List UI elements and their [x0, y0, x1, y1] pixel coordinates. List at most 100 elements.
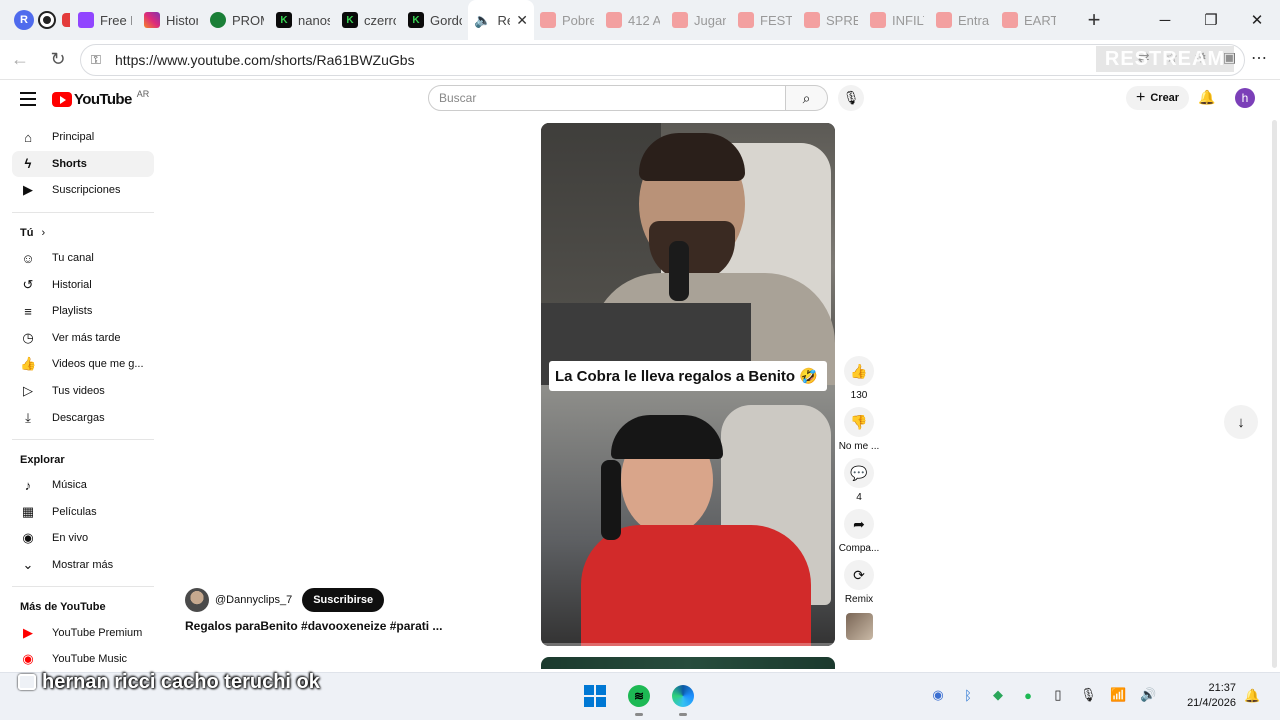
- youtube-icon: [804, 12, 820, 28]
- next-short-button[interactable]: ↓: [1224, 405, 1258, 439]
- like-count: 130: [850, 390, 868, 401]
- sidebar-item-your-channel[interactable]: ☺ Tu canal: [12, 245, 154, 272]
- volume-icon[interactable]: 🔊: [1140, 687, 1156, 703]
- sidebar-item-music[interactable]: ♪ Música: [12, 472, 154, 499]
- sidebar-you-header[interactable]: Tú ›: [12, 221, 154, 245]
- account-avatar[interactable]: h: [1235, 88, 1255, 108]
- like-button[interactable]: 👍: [844, 356, 874, 386]
- youtube-icon: [870, 12, 886, 28]
- sidebar-item-movies[interactable]: ▦ Películas: [12, 499, 154, 526]
- color-app-icon[interactable]: ◆: [990, 687, 1006, 703]
- start-button[interactable]: [580, 681, 610, 711]
- sidebar-item-subscriptions[interactable]: ▶ Suscripciones: [12, 177, 154, 204]
- channel-info: @Dannyclips_7 Suscribirse: [185, 588, 385, 612]
- close-window-icon[interactable]: ✕: [1234, 0, 1280, 40]
- tab[interactable]: Histor: [138, 0, 204, 40]
- sidebar-item-watch-later[interactable]: ◷ Ver más tarde: [12, 325, 154, 352]
- more-options-icon[interactable]: ⋯: [1251, 48, 1268, 68]
- notifications-bell-icon[interactable]: 🔔: [1198, 89, 1215, 106]
- tab[interactable]: Free K: [72, 0, 138, 40]
- bluetooth-icon[interactable]: ᛒ: [960, 688, 976, 703]
- voice-search-button[interactable]: 🎙: [838, 85, 864, 111]
- youtube-icon: [606, 12, 622, 28]
- record-icon[interactable]: [40, 13, 54, 27]
- site-info-icon[interactable]: ⚿: [91, 52, 107, 68]
- tab[interactable]: Jugan: [666, 0, 732, 40]
- sidebar-item-home[interactable]: ⌂ Principal: [12, 124, 154, 151]
- hamburger-menu-icon[interactable]: [20, 92, 36, 110]
- taskbar-spotify[interactable]: ≋: [624, 681, 654, 716]
- address-row: ← ↻ ⚿ https://www.youtube.com/shorts/Ra6…: [0, 40, 1280, 80]
- clock-time: 21:37: [1208, 682, 1236, 694]
- plus-icon: +: [1136, 89, 1146, 106]
- short-video-player[interactable]: La Cobra le lleva regalos a Benito 🤣: [541, 123, 835, 646]
- notification-bell-icon[interactable]: 🔔: [1244, 688, 1260, 704]
- tab[interactable]: K Gordo: [402, 0, 468, 40]
- share-button[interactable]: ➦: [843, 509, 874, 539]
- create-button[interactable]: + Crear: [1126, 86, 1190, 110]
- kick-icon: K: [276, 12, 292, 28]
- sidebar-item-youtube-premium[interactable]: ▶ YouTube Premium: [12, 619, 154, 646]
- back-arrow-icon[interactable]: ←: [2, 42, 38, 78]
- tab[interactable]: EARTH: [996, 0, 1062, 40]
- taskbar-edge[interactable]: [668, 681, 698, 716]
- search-input[interactable]: Buscar: [428, 85, 786, 111]
- progress-bar[interactable]: [541, 643, 835, 646]
- minimize-icon[interactable]: ─: [1142, 0, 1188, 40]
- tab-title: EARTH: [1024, 12, 1056, 28]
- address-bar[interactable]: ⚿ https://www.youtube.com/shorts/Ra61BWZ…: [80, 43, 1245, 76]
- red-dot-icon[interactable]: [62, 13, 70, 27]
- tab-active[interactable]: 🔈 Re ✕: [468, 0, 534, 40]
- system-clock[interactable]: 21:37 21/4/2026: [1178, 681, 1236, 711]
- tab[interactable]: FESTIV: [732, 0, 798, 40]
- page-scrollbar[interactable]: [1272, 120, 1277, 668]
- jersey: [581, 525, 811, 646]
- tab[interactable]: 412 A: [600, 0, 666, 40]
- youtube-header: YouTube AR Buscar ⌕ 🎙 + Crear 🔔 h: [0, 80, 1280, 118]
- new-tab-button[interactable]: +: [1082, 7, 1106, 33]
- youtube-logo[interactable]: YouTube AR: [52, 89, 149, 108]
- tab[interactable]: Entrar: [930, 0, 996, 40]
- tab[interactable]: Kczerro: [336, 0, 402, 40]
- dislike-action: 👎 No me ...: [839, 407, 879, 452]
- youtube-music-icon: ◉: [22, 651, 34, 667]
- short-caption: La Cobra le lleva regalos a Benito 🤣: [549, 361, 827, 391]
- tab[interactable]: PROM: [204, 0, 270, 40]
- sidebar-item-liked-videos[interactable]: 👍 Videos que me g...: [12, 351, 154, 378]
- wifi-icon[interactable]: 📶: [1110, 687, 1126, 703]
- tab[interactable]: SPREI: [798, 0, 864, 40]
- remix-icon: ⟳: [853, 566, 865, 583]
- channel-avatar[interactable]: [185, 588, 209, 612]
- sidebar-item-downloads[interactable]: ⤓ Descargas: [12, 404, 154, 431]
- comments-button[interactable]: 💬: [844, 458, 874, 488]
- remix-button[interactable]: ⟳: [844, 560, 874, 590]
- channel-name[interactable]: @Dannyclips_7: [215, 594, 292, 606]
- tab[interactable]: Knanos: [270, 0, 336, 40]
- restore-icon[interactable]: ❐: [1188, 0, 1234, 40]
- tab-title: SPREI: [826, 12, 858, 28]
- sidebar-item-live[interactable]: ◉ En vivo: [12, 525, 154, 552]
- r-badge-icon[interactable]: R: [14, 10, 34, 30]
- tray-app-icon[interactable]: ◉: [930, 687, 946, 703]
- sound-thumbnail[interactable]: [845, 613, 873, 640]
- microphone: [669, 241, 689, 301]
- sidebar-item-your-videos[interactable]: ▷ Tus videos: [12, 378, 154, 405]
- next-short-preview[interactable]: [541, 657, 835, 669]
- sidebar-item-show-more[interactable]: ⌄ Mostrar más: [12, 552, 154, 579]
- tab[interactable]: INFILT: [864, 0, 930, 40]
- sidebar-item-history[interactable]: ↺ Historial: [12, 271, 154, 298]
- microphone: [601, 460, 621, 540]
- sidebar-item-shorts[interactable]: ϟ Shorts: [12, 150, 154, 178]
- short-title[interactable]: Regalos paraBenito #davooxeneize #parati…: [185, 619, 442, 633]
- search-button[interactable]: ⌕: [786, 85, 828, 111]
- sidebar-item-playlists[interactable]: ≡ Playlists: [12, 298, 154, 325]
- dislike-button[interactable]: 👎: [843, 407, 874, 437]
- speaker-icon[interactable]: 🔈: [474, 12, 491, 29]
- microphone-tray-icon[interactable]: 🎙: [1080, 687, 1097, 703]
- reload-icon[interactable]: ↻: [40, 42, 76, 78]
- spotify-tray-icon[interactable]: ●: [1020, 688, 1036, 703]
- tab[interactable]: Pobre: [534, 0, 600, 40]
- close-tab-icon[interactable]: ✕: [516, 12, 528, 29]
- usb-device-icon[interactable]: ▯: [1050, 687, 1066, 703]
- subscribe-button[interactable]: Suscribirse: [302, 588, 385, 612]
